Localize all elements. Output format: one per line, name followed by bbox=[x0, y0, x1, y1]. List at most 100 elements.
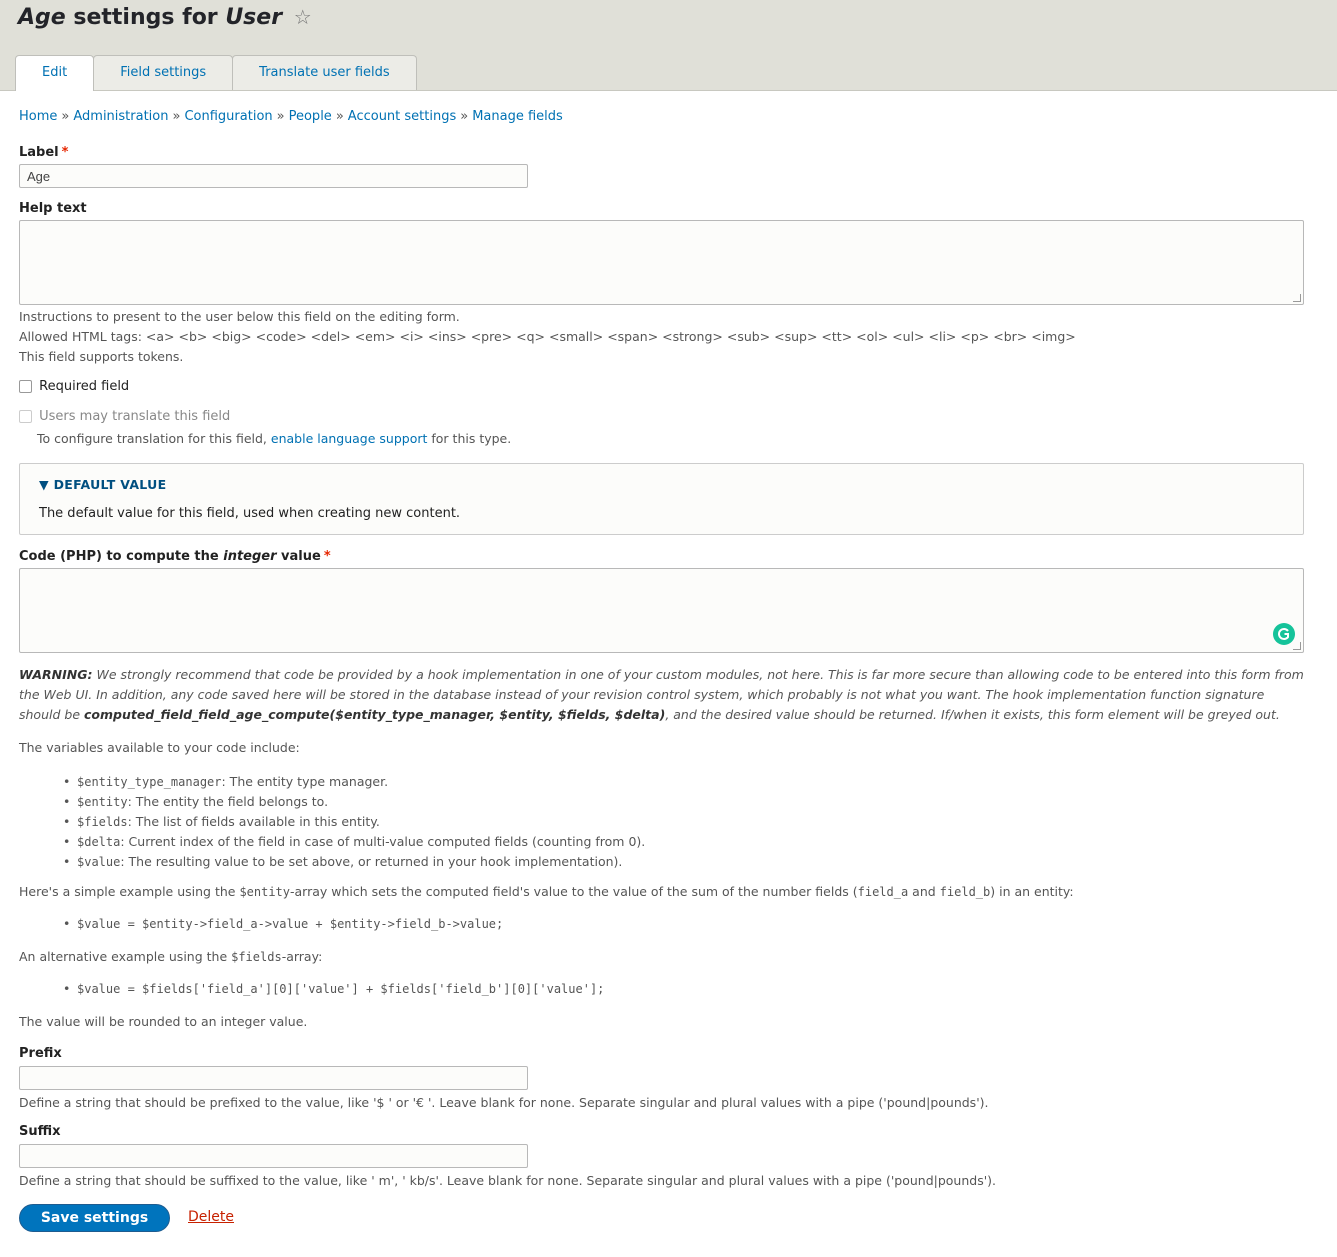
example-1-code: $value = $entity->field_a->value + $enti… bbox=[77, 917, 504, 931]
code-title-text-after: value bbox=[276, 549, 321, 564]
variable-name: $value bbox=[77, 855, 121, 869]
variable-name: $delta bbox=[77, 835, 121, 849]
grammarly-icon[interactable] bbox=[1273, 623, 1295, 645]
breadcrumb-separator: » bbox=[335, 109, 344, 124]
prefix-title: Prefix bbox=[19, 1046, 62, 1061]
list-item: $value: The resulting value to be set ab… bbox=[63, 852, 645, 872]
code: $entity bbox=[239, 885, 291, 899]
translate-field-label: Users may translate this field bbox=[39, 409, 231, 424]
star-icon[interactable]: ☆ bbox=[294, 5, 312, 29]
help-text-textarea[interactable] bbox=[19, 220, 1304, 305]
variable-name: $entity bbox=[77, 795, 128, 809]
code-field-title: Code (PHP) to compute the integer value * bbox=[19, 549, 331, 564]
code-title-type: integer bbox=[223, 549, 277, 564]
variables-list: $entity_type_manager: The entity type ma… bbox=[63, 772, 646, 872]
breadcrumb-manage-fields[interactable]: Manage fields bbox=[472, 109, 563, 124]
primary-tabs: Edit Field settings Translate user field… bbox=[15, 55, 417, 91]
breadcrumb-home[interactable]: Home bbox=[19, 109, 57, 124]
page-title: Age settings for User ☆ bbox=[18, 5, 312, 30]
breadcrumb-account-settings[interactable]: Account settings bbox=[348, 109, 456, 124]
list-item: $fields: The list of fields available in… bbox=[63, 812, 645, 832]
code: field_b bbox=[939, 885, 991, 899]
delete-link[interactable]: Delete bbox=[188, 1209, 234, 1225]
code-title-text: Code (PHP) to compute the bbox=[19, 549, 224, 564]
save-settings-button[interactable]: Save settings bbox=[19, 1204, 170, 1232]
php-warning: WARNING: We strongly recommend that code… bbox=[19, 665, 1304, 725]
breadcrumb-separator: » bbox=[172, 109, 181, 124]
text: ) in an entity: bbox=[990, 884, 1074, 899]
label-field-title: Label * bbox=[19, 145, 68, 160]
default-value-toggle[interactable]: ▼ DEFAULT VALUE bbox=[39, 477, 166, 492]
text: -array which sets the computed field's v… bbox=[290, 884, 858, 899]
label-input[interactable] bbox=[19, 164, 528, 188]
tab-field-settings[interactable]: Field settings bbox=[93, 55, 234, 90]
variable-desc: : Current index of the field in case of … bbox=[120, 834, 646, 849]
example-2-intro: An alternative example using the $fields… bbox=[19, 949, 322, 964]
code: $fields bbox=[231, 950, 282, 964]
variable-name: $entity_type_manager bbox=[77, 775, 222, 789]
variables-intro: The variables available to your code inc… bbox=[19, 740, 300, 755]
breadcrumb-separator: » bbox=[460, 109, 469, 124]
default-value-description: The default value for this field, used w… bbox=[39, 506, 461, 521]
help-text-description: Instructions to present to the user belo… bbox=[19, 309, 460, 324]
code-textarea[interactable] bbox=[19, 568, 1304, 653]
list-item: $entity_type_manager: The entity type ma… bbox=[63, 772, 645, 792]
breadcrumb-separator: » bbox=[276, 109, 285, 124]
tab-translate-user-fields[interactable]: Translate user fields bbox=[232, 55, 417, 90]
variable-desc: : The resulting value to be set above, o… bbox=[120, 854, 623, 869]
breadcrumb-separator: » bbox=[61, 109, 70, 124]
list-item: $value = $entity->field_a->value + $enti… bbox=[63, 916, 504, 931]
breadcrumb-configuration[interactable]: Configuration bbox=[184, 109, 272, 124]
page-header: Age settings for User ☆ Edit Field setti… bbox=[0, 0, 1337, 91]
title-middle: settings for bbox=[65, 5, 226, 30]
tab-edit[interactable]: Edit bbox=[15, 55, 95, 91]
translate-field-item: Users may translate this field bbox=[19, 409, 230, 424]
prefix-description: Define a string that should be prefixed … bbox=[19, 1095, 989, 1110]
required-field-label[interactable]: Required field bbox=[39, 379, 129, 394]
allowed-html-tags: Allowed HTML tags: <a> <b> <big> <code> … bbox=[19, 329, 1076, 344]
help-text-title: Help text bbox=[19, 201, 87, 216]
title-field-name: Age bbox=[18, 5, 66, 30]
suffix-input[interactable] bbox=[19, 1144, 528, 1168]
text: Here's a simple example using the bbox=[19, 884, 240, 899]
breadcrumb-administration[interactable]: Administration bbox=[73, 109, 168, 124]
list-item: $delta: Current index of the field in ca… bbox=[63, 832, 646, 852]
list-item: $value = $fields['field_a'][0]['value'] … bbox=[63, 981, 605, 996]
example-2-code: $value = $fields['field_a'][0]['value'] … bbox=[77, 982, 605, 996]
list-item: $entity: The entity the field belongs to… bbox=[63, 792, 645, 812]
code: field_a bbox=[857, 885, 909, 899]
enable-language-support-link[interactable]: enable language support bbox=[271, 431, 428, 446]
suffix-description: Define a string that should be suffixed … bbox=[19, 1173, 997, 1188]
title-entity: User bbox=[225, 5, 283, 30]
rounding-note: The value will be rounded to an integer … bbox=[19, 1014, 308, 1029]
required-field-item: Required field bbox=[19, 379, 129, 394]
suffix-title: Suffix bbox=[19, 1124, 61, 1139]
text: and bbox=[908, 884, 940, 899]
warning-label: WARNING: bbox=[19, 667, 93, 682]
translate-description: To configure translation for this field,… bbox=[37, 431, 511, 446]
warning-text-after: , and the desired value should be return… bbox=[665, 707, 1280, 722]
translate-field-checkbox bbox=[19, 410, 32, 423]
required-marker: * bbox=[323, 549, 331, 564]
breadcrumb: Home» Administration» Configuration» People… bbox=[19, 109, 563, 124]
breadcrumb-people[interactable]: People bbox=[289, 109, 332, 124]
tokens-note: This field supports tokens. bbox=[19, 349, 184, 364]
hook-signature: computed_field_field_age_compute($entity… bbox=[83, 707, 666, 722]
label-field-title-text: Label bbox=[19, 145, 59, 160]
prefix-input[interactable] bbox=[19, 1066, 528, 1090]
required-marker: * bbox=[61, 145, 69, 160]
translate-desc-text-after: for this type. bbox=[427, 431, 512, 446]
variable-desc: : The entity type manager. bbox=[221, 774, 389, 789]
default-value-fieldset: ▼ DEFAULT VALUE The default value for th… bbox=[19, 463, 1304, 535]
resize-handle[interactable] bbox=[1293, 294, 1301, 302]
example-2-list: $value = $fields['field_a'][0]['value'] … bbox=[63, 981, 605, 996]
variable-desc: : The entity the field belongs to. bbox=[127, 794, 329, 809]
text: An alternative example using the bbox=[19, 949, 232, 964]
example-1-list: $value = $entity->field_a->value + $enti… bbox=[63, 916, 504, 931]
text: -array: bbox=[281, 949, 323, 964]
example-1-intro: Here's a simple example using the $entit… bbox=[19, 884, 1074, 899]
variable-desc: : The list of fields available in this e… bbox=[127, 814, 380, 829]
translate-desc-text: To configure translation for this field, bbox=[37, 431, 271, 446]
required-field-checkbox[interactable] bbox=[19, 380, 32, 393]
variable-name: $fields bbox=[77, 815, 128, 829]
